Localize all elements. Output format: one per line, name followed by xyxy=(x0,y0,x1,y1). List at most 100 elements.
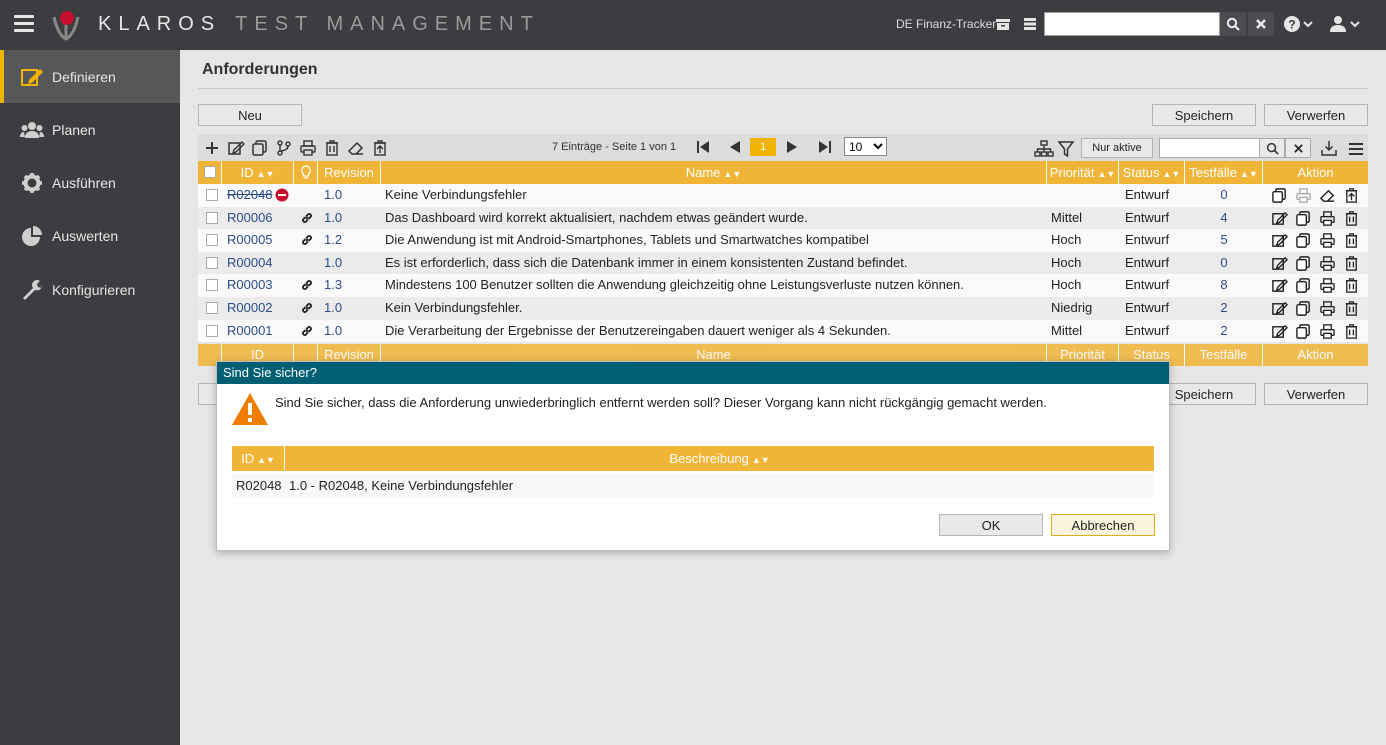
row-id-link[interactable]: R00005 xyxy=(227,229,275,251)
table-row[interactable]: R02048 1.0 Keine Verbindungsfehler Entwurf 0 xyxy=(198,184,1368,207)
project-name[interactable]: DE Finanz-Tracker xyxy=(896,17,996,31)
table-row[interactable]: R00004 1.0 Es ist erforderlich, dass sich … xyxy=(198,251,1368,275)
print-icon[interactable] xyxy=(299,139,317,157)
table-filter-input[interactable] xyxy=(1159,138,1260,158)
sidebar-item-ausfuehren[interactable]: Ausführen xyxy=(0,156,180,209)
column-menu-icon[interactable] xyxy=(1347,140,1365,158)
row-checkbox[interactable] xyxy=(206,324,218,337)
column-header-link[interactable] xyxy=(294,161,318,184)
row-testcases-link[interactable]: 0 xyxy=(1185,252,1263,274)
row-id-link[interactable]: R00004 xyxy=(227,252,275,274)
trash-icon[interactable] xyxy=(1343,255,1360,272)
table-row[interactable]: R00006 1.0 Das Dashboard wird korrekt aktu… xyxy=(198,206,1368,230)
edit-icon[interactable] xyxy=(1271,300,1288,317)
trash-icon[interactable] xyxy=(1343,210,1360,227)
link-icon[interactable] xyxy=(300,211,314,225)
column-header-revision[interactable]: Revision xyxy=(318,161,381,184)
eraser-icon[interactable] xyxy=(347,139,365,157)
copy-icon[interactable] xyxy=(1295,255,1312,272)
copy-icon[interactable] xyxy=(1295,210,1312,227)
row-testcases-link[interactable]: 5 xyxy=(1185,229,1263,251)
discard-button-bottom[interactable]: Verwerfen xyxy=(1264,383,1368,405)
filter-clear-icon[interactable] xyxy=(1285,138,1311,158)
row-revision-link[interactable]: 1.2 xyxy=(324,229,374,251)
cancel-button[interactable]: Abbrechen xyxy=(1051,514,1155,536)
row-revision-link[interactable]: 1.0 xyxy=(324,207,374,229)
select-all-checkbox[interactable] xyxy=(204,166,216,178)
trash-icon[interactable] xyxy=(1343,277,1360,294)
copy-icon[interactable] xyxy=(1295,300,1312,317)
copy-icon[interactable] xyxy=(1271,187,1288,204)
copy-icon[interactable] xyxy=(1295,277,1312,294)
column-header-testcases[interactable]: Testfälle ▲▼ xyxy=(1185,161,1263,184)
link-icon[interactable] xyxy=(300,301,314,315)
edit-icon[interactable] xyxy=(227,139,245,157)
last-page-icon[interactable] xyxy=(816,138,834,156)
search-icon[interactable] xyxy=(1220,12,1246,36)
row-revision-link[interactable]: 1.0 xyxy=(324,252,374,274)
previous-page-icon[interactable] xyxy=(725,138,743,156)
dialog-column-description[interactable]: Beschreibung ▲▼ xyxy=(285,446,1154,471)
only-active-button[interactable]: Nur aktive xyxy=(1081,138,1153,158)
discard-button[interactable]: Verwerfen xyxy=(1264,104,1368,126)
server-icon[interactable] xyxy=(1021,15,1039,33)
next-page-icon[interactable] xyxy=(784,138,802,156)
row-id-link[interactable]: R00001 xyxy=(227,320,275,342)
table-row[interactable]: R00003 1.3 Mindestens 100 Benutzer sollten… xyxy=(198,274,1368,297)
row-checkbox[interactable] xyxy=(206,302,218,314)
new-button[interactable]: Neu xyxy=(198,104,302,126)
print-icon[interactable] xyxy=(1319,255,1336,272)
row-revision-link[interactable]: 1.0 xyxy=(324,320,374,342)
clear-search-icon[interactable] xyxy=(1248,12,1274,36)
user-icon[interactable] xyxy=(1329,15,1361,33)
row-checkbox[interactable] xyxy=(206,256,218,269)
help-icon[interactable]: ? xyxy=(1283,15,1313,33)
row-testcases-link[interactable]: 2 xyxy=(1185,297,1263,319)
row-revision-link[interactable]: 1.3 xyxy=(324,274,374,296)
row-revision-link[interactable]: 1.0 xyxy=(324,184,374,206)
dialog-column-id[interactable]: ID ▲▼ xyxy=(232,446,285,471)
filter-search-icon[interactable] xyxy=(1259,138,1285,158)
row-checkbox[interactable] xyxy=(206,234,218,247)
sidebar-item-planen[interactable]: Planen xyxy=(0,103,180,156)
row-checkbox[interactable] xyxy=(206,279,218,292)
sidebar-item-auswerten[interactable]: Auswerten xyxy=(0,209,180,262)
restore-icon[interactable] xyxy=(371,139,389,157)
restore-icon[interactable] xyxy=(1343,187,1360,204)
row-testcases-link[interactable]: 8 xyxy=(1185,274,1263,296)
filter-icon[interactable] xyxy=(1057,140,1075,158)
current-page-button[interactable]: 1 xyxy=(750,138,776,156)
edit-icon[interactable] xyxy=(1271,232,1288,249)
column-header-priority[interactable]: Priorität ▲▼ xyxy=(1047,161,1119,184)
table-row[interactable]: R00001 1.0 Die Verarbeitung der Ergebnisse… xyxy=(198,319,1368,343)
trash-icon[interactable] xyxy=(323,139,341,157)
row-revision-link[interactable]: 1.0 xyxy=(324,297,374,319)
ok-button[interactable]: OK xyxy=(939,514,1043,536)
add-icon[interactable] xyxy=(203,139,221,157)
page-size-select[interactable]: 10 xyxy=(844,137,887,156)
copy-icon[interactable] xyxy=(1295,323,1312,340)
edit-icon[interactable] xyxy=(1271,323,1288,340)
print-icon[interactable] xyxy=(1319,277,1336,294)
table-row[interactable]: R00002 1.0 Kein Verbindungsfehler. Niedrig E… xyxy=(198,297,1368,320)
global-search-input[interactable] xyxy=(1044,12,1220,36)
row-testcases-link[interactable]: 0 xyxy=(1185,184,1263,206)
column-header-id[interactable]: ID ▲▼ xyxy=(222,161,294,184)
row-testcases-link[interactable]: 4 xyxy=(1185,207,1263,229)
first-page-icon[interactable] xyxy=(694,138,712,156)
row-id-link[interactable]: R02048 xyxy=(227,184,275,206)
print-icon[interactable] xyxy=(1319,232,1336,249)
print-icon[interactable] xyxy=(1319,323,1336,340)
edit-icon[interactable] xyxy=(1271,255,1288,272)
table-row[interactable]: R00005 1.2 Die Anwendung ist mit Android-S… xyxy=(198,229,1368,252)
link-icon[interactable] xyxy=(300,278,314,292)
edit-icon[interactable] xyxy=(1271,277,1288,294)
save-button[interactable]: Speichern xyxy=(1152,104,1256,126)
copy-icon[interactable] xyxy=(1295,232,1312,249)
archive-icon[interactable] xyxy=(994,15,1012,33)
hierarchy-icon[interactable] xyxy=(1034,140,1054,158)
link-icon[interactable] xyxy=(300,233,314,247)
trash-icon[interactable] xyxy=(1343,232,1360,249)
row-id-link[interactable]: R00002 xyxy=(227,297,275,319)
column-header-status[interactable]: Status ▲▼ xyxy=(1119,161,1185,184)
